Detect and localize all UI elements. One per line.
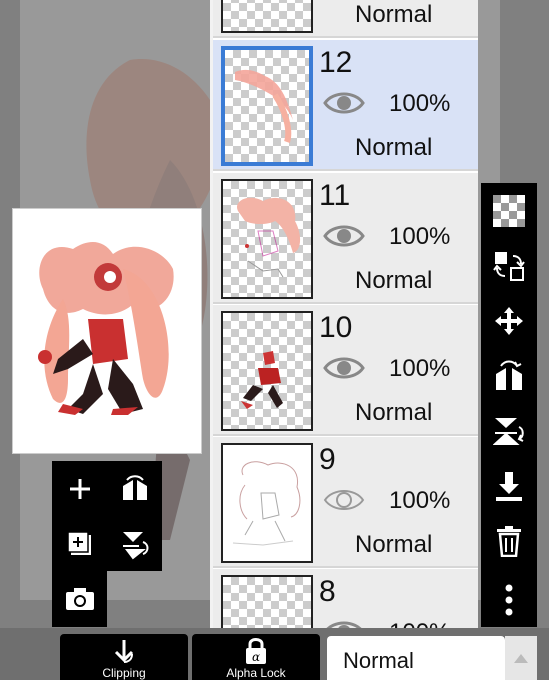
more-icon (505, 584, 513, 615)
add-layer-button[interactable] (52, 461, 107, 516)
blend-mode-dropdown-button[interactable] (505, 636, 537, 680)
visibility-eye-icon[interactable] (323, 617, 365, 628)
flip-vertical-button[interactable] (481, 403, 537, 458)
layer-blend-mode: Normal (355, 399, 433, 426)
visibility-eye-icon[interactable] (323, 221, 365, 251)
layer-opacity: 100% (389, 355, 451, 382)
layer-number: 12 (319, 46, 353, 79)
layer-thumbnail (221, 0, 313, 33)
layer-panel[interactable]: Normal 12 100% Normal 11 100% Normal 10 … (210, 0, 478, 628)
flip-vertical-icon (493, 417, 524, 445)
layer-thumbnail (221, 575, 313, 628)
alpha-lock-label: Alpha Lock (226, 666, 286, 680)
rotate-layer-button[interactable] (107, 516, 162, 571)
merge-down-button[interactable] (481, 458, 537, 513)
more-options-button[interactable] (481, 572, 537, 627)
swap-icon (493, 251, 525, 281)
layer-opacity: 100% (389, 619, 450, 628)
layer-number: 10 (319, 311, 353, 344)
layer-item-12[interactable]: 12 100% Normal (213, 40, 478, 171)
camera-tool (52, 571, 107, 627)
visibility-eye-icon[interactable] (323, 485, 365, 515)
layer-blend-mode: Normal (355, 1, 433, 28)
add-layer-icon (69, 478, 90, 499)
layer-thumbnail (221, 179, 313, 299)
visibility-eye-icon[interactable] (323, 353, 365, 383)
layer-tool-palette (52, 461, 162, 571)
layer-number: 8 (319, 575, 336, 608)
layer-item-8[interactable]: 8 100% (213, 569, 478, 628)
layer-thumbnail (221, 443, 313, 563)
layer-opacity: 100% (389, 223, 451, 250)
visibility-eye-icon[interactable] (323, 88, 365, 118)
delete-layer-button[interactable] (481, 513, 537, 568)
camera-icon (65, 588, 94, 610)
flip-layer-button[interactable] (107, 461, 162, 516)
layer-blend-mode: Normal (355, 134, 433, 161)
alpha-lock-button[interactable]: α Alpha Lock (192, 634, 320, 680)
flip-horizontal-icon (496, 360, 522, 390)
layer-item-9[interactable]: 9 100% Normal (213, 437, 478, 568)
layer-blend-mode: Normal (355, 531, 433, 558)
transparency-button[interactable] (481, 183, 537, 238)
layer-blend-mode: Normal (355, 267, 433, 294)
clipping-label: Clipping (102, 666, 146, 680)
preview-artwork (38, 242, 174, 415)
layer-number: 11 (319, 179, 351, 212)
flip-icon (122, 474, 147, 500)
merge-down-icon (496, 471, 522, 501)
svg-text:α: α (252, 650, 260, 664)
layer-number: 9 (319, 443, 336, 476)
add-image-layer-icon (66, 530, 91, 555)
layer-item-10[interactable]: 10 100% Normal (213, 305, 478, 436)
layer-actions-toolbar (481, 183, 537, 627)
rotate-icon (122, 531, 148, 559)
layer-thumbnail (221, 311, 313, 431)
camera-button[interactable] (52, 571, 107, 627)
layer-item[interactable]: Normal (213, 0, 478, 38)
chevron-up-icon (514, 654, 528, 663)
blend-mode-value: Normal (343, 648, 414, 673)
add-image-layer-button[interactable] (52, 516, 107, 571)
move-icon (495, 306, 523, 335)
trash-icon (497, 525, 521, 557)
blend-mode-select[interactable]: Normal (327, 636, 505, 680)
layer-thumbnail (221, 46, 313, 166)
layer-opacity: 100% (389, 487, 451, 514)
lock-icon: α (246, 638, 266, 664)
move-layer-button[interactable] (481, 293, 537, 348)
flip-horizontal-button[interactable] (481, 348, 537, 403)
layer-item-11[interactable]: 11 100% Normal (213, 173, 478, 304)
transparency-icon (493, 194, 525, 227)
clipping-icon (114, 640, 134, 663)
clipping-button[interactable]: Clipping (60, 634, 188, 680)
layer-opacity: 100% (389, 90, 451, 117)
swap-layer-button[interactable] (481, 238, 537, 293)
canvas-preview[interactable] (12, 208, 202, 454)
